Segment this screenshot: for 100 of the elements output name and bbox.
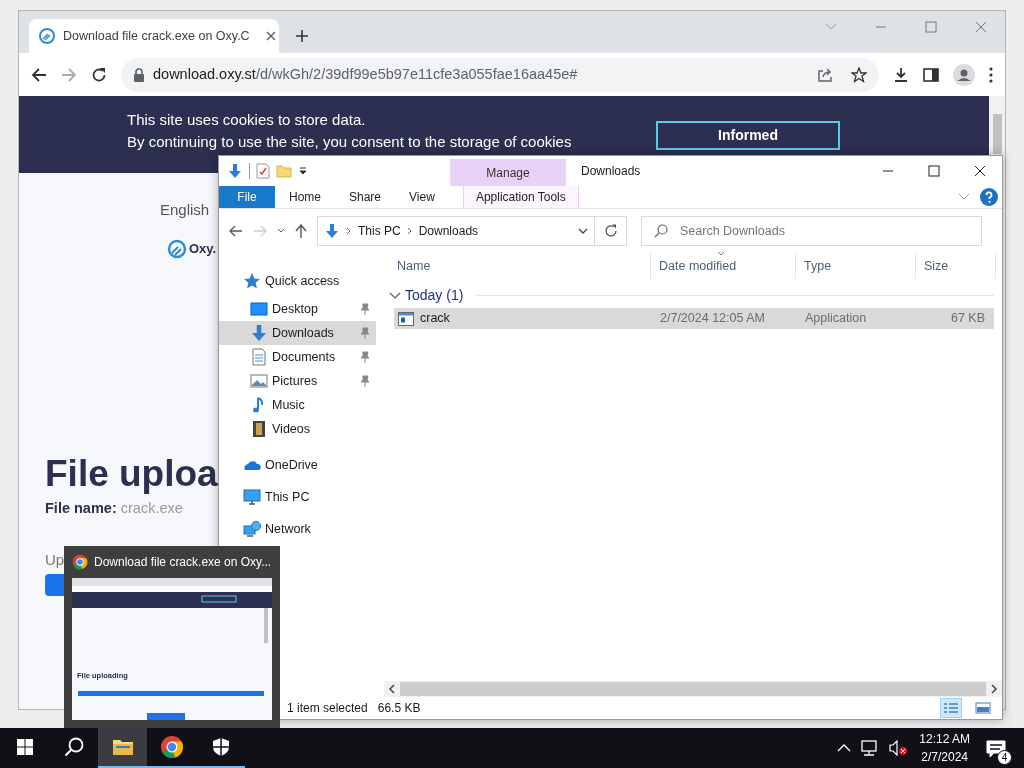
nav-item[interactable]: Pictures bbox=[219, 369, 376, 393]
date-cell-text: 2/7/2024 12:05 AM bbox=[659, 310, 766, 328]
download-icon[interactable] bbox=[893, 66, 909, 83]
windows-icon bbox=[16, 739, 33, 755]
progress-label: Up bbox=[45, 550, 65, 571]
chrome-icon bbox=[159, 735, 184, 759]
status-text: 1 item selected bbox=[287, 700, 368, 717]
taskbar-app[interactable] bbox=[98, 728, 147, 768]
close-icon[interactable] bbox=[974, 165, 986, 177]
nav-item[interactable]: Quick access bbox=[219, 265, 379, 297]
share-icon[interactable] bbox=[817, 66, 833, 83]
logo-icon bbox=[167, 238, 187, 259]
help-icon[interactable] bbox=[980, 188, 998, 206]
chevron-icon bbox=[346, 227, 352, 235]
close-icon[interactable] bbox=[265, 31, 276, 41]
browser-tab[interactable]: Download file crack.exe on Oxy.C bbox=[29, 19, 279, 53]
refresh-icon bbox=[603, 224, 618, 238]
nav-item[interactable]: Downloads bbox=[219, 321, 376, 345]
group-header[interactable]: Today (1) bbox=[405, 285, 464, 306]
network-icon bbox=[243, 520, 261, 538]
search-field[interactable]: Search Downloads bbox=[678, 220, 969, 242]
download-icon bbox=[250, 324, 268, 342]
url-text: download.oxy.st/d/wkGh/2/39df99e5b97e11cfe3a055fae16aa45e# bbox=[153, 64, 578, 84]
computer-icon bbox=[243, 488, 261, 506]
accept-button[interactable]: Informed bbox=[656, 121, 840, 150]
maximize-icon[interactable] bbox=[928, 165, 940, 177]
refresh-button[interactable] bbox=[595, 216, 627, 246]
star-icon bbox=[243, 272, 261, 290]
column-header[interactable]: Size bbox=[916, 253, 996, 279]
application-icon bbox=[398, 311, 414, 326]
volume-muted-icon[interactable] bbox=[889, 740, 908, 756]
back-icon[interactable] bbox=[31, 66, 47, 83]
search-icon bbox=[63, 737, 84, 757]
dropdown-icon[interactable] bbox=[578, 228, 588, 234]
cookie-text: By continuing to use the site, you consent to the storage of cookies bbox=[127, 132, 573, 152]
site-logo-icon bbox=[39, 28, 55, 44]
cookie-text: This site uses cookies to store data. bbox=[127, 110, 367, 130]
address-bar[interactable]: download.oxy.st/d/wkGh/2/39df99e5b97e11cfe3a055fae16aa45e# bbox=[121, 57, 879, 92]
up-icon[interactable] bbox=[295, 224, 307, 238]
nav-item[interactable]: Documents bbox=[219, 345, 376, 369]
nav-item[interactable]: Videos bbox=[219, 417, 376, 441]
desktop-icon bbox=[250, 300, 268, 318]
language-selector[interactable]: English bbox=[160, 199, 210, 222]
large-icons-icon bbox=[975, 702, 991, 714]
preview-title: Download file crack.exe on Oxy... bbox=[94, 554, 272, 571]
chevron-up-icon[interactable] bbox=[837, 744, 852, 752]
chevron-down-icon[interactable] bbox=[389, 291, 401, 300]
nav-item[interactable]: This PC bbox=[219, 481, 379, 513]
film-icon bbox=[250, 420, 268, 438]
chrome-icon bbox=[72, 554, 88, 570]
address-bar[interactable]: This PC Downloads bbox=[317, 216, 595, 246]
column-header[interactable]: Date modified bbox=[651, 253, 796, 279]
document-icon bbox=[250, 348, 268, 366]
ribbon-tab[interactable]: View bbox=[395, 186, 449, 208]
recent-locations-icon[interactable] bbox=[277, 228, 285, 234]
details-icon bbox=[943, 702, 959, 714]
lock-icon bbox=[133, 67, 145, 82]
breadcrumb[interactable]: Downloads bbox=[418, 222, 479, 240]
column-header[interactable]: Name bbox=[389, 253, 651, 279]
nav-item[interactable]: Music bbox=[219, 393, 376, 417]
type-cell-text: Application bbox=[804, 310, 868, 328]
page-heading: File uploa bbox=[45, 451, 218, 496]
nav-item[interactable]: OneDrive bbox=[219, 449, 379, 481]
menu-icon[interactable] bbox=[989, 66, 993, 83]
size-cell-text: 67 KB bbox=[949, 310, 986, 328]
ribbon-tab[interactable]: File bbox=[219, 186, 275, 208]
folder-icon bbox=[111, 738, 134, 756]
nav-item[interactable]: Network bbox=[219, 513, 379, 545]
ribbon-tab[interactable]: Share bbox=[335, 186, 396, 208]
star-icon[interactable] bbox=[851, 66, 867, 83]
shield-icon bbox=[211, 737, 230, 757]
file-row[interactable]: crack 2/7/2024 12:05 AM Application 67 KB bbox=[394, 308, 994, 329]
expand-ribbon-icon[interactable] bbox=[958, 193, 970, 201]
back-icon[interactable] bbox=[229, 225, 243, 237]
network-icon[interactable] bbox=[861, 740, 880, 756]
nav-item[interactable]: Desktop bbox=[219, 297, 376, 321]
scrollbar-thumb[interactable] bbox=[992, 114, 1002, 154]
properties-icon[interactable] bbox=[256, 163, 270, 179]
side-panel-icon[interactable] bbox=[923, 66, 939, 83]
scroll-right-icon[interactable] bbox=[990, 684, 998, 694]
separator-icon bbox=[249, 163, 250, 179]
logo-text: Oxy. bbox=[189, 239, 217, 258]
search-box[interactable]: Search Downloads bbox=[641, 216, 982, 246]
notification-badge: 4 bbox=[997, 750, 1012, 765]
reload-icon[interactable] bbox=[91, 66, 107, 83]
scroll-left-icon[interactable] bbox=[388, 684, 396, 694]
file-name: crack bbox=[420, 310, 450, 328]
window-title: Downloads bbox=[580, 163, 642, 180]
tab-title: Download file crack.exe on Oxy.C bbox=[63, 27, 250, 45]
scrollbar-thumb[interactable] bbox=[400, 682, 986, 696]
profile-icon[interactable] bbox=[953, 63, 975, 86]
column-header[interactable]: Type bbox=[796, 253, 916, 279]
ribbon-tab[interactable]: Application Tools bbox=[462, 186, 579, 208]
clock[interactable]: 12:12 AM 2/7/2024 bbox=[919, 730, 970, 766]
file-name-text: File name: crack.exe bbox=[45, 498, 183, 518]
new-tab-icon[interactable] bbox=[295, 29, 309, 43]
status-size: 66.5 KB bbox=[377, 700, 421, 717]
ribbon-tab[interactable]: Home bbox=[275, 186, 335, 208]
breadcrumb[interactable]: This PC bbox=[358, 222, 401, 240]
caret-icon[interactable] bbox=[298, 166, 308, 176]
